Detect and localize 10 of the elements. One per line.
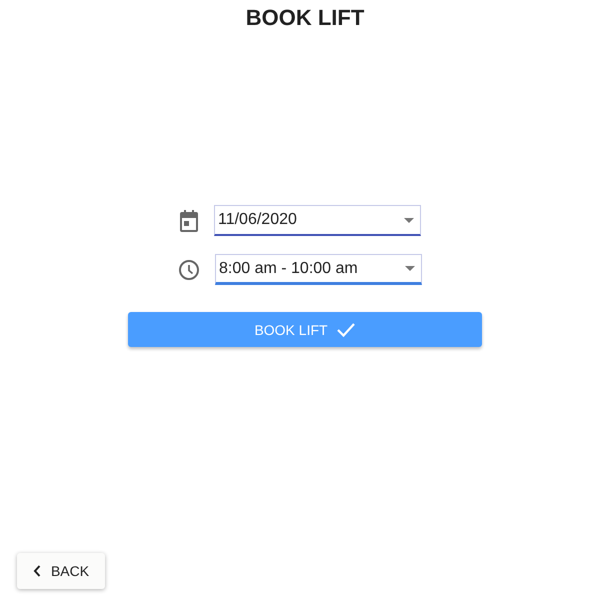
calendar-icon: [179, 210, 199, 232]
caret-icon: [405, 266, 415, 271]
caret-icon: [404, 218, 414, 222]
check-icon: [336, 322, 356, 338]
back-button[interactable]: BACK: [17, 553, 105, 589]
clock-icon: [178, 258, 200, 280]
chevron-left-icon: [32, 565, 41, 577]
dropdown-field[interactable]: 8:00 am - 10:00 am: [215, 254, 422, 285]
dropdown-field[interactable]: 11/06/2020: [214, 205, 421, 236]
page-title: BOOK LIFT: [244, 5, 366, 31]
